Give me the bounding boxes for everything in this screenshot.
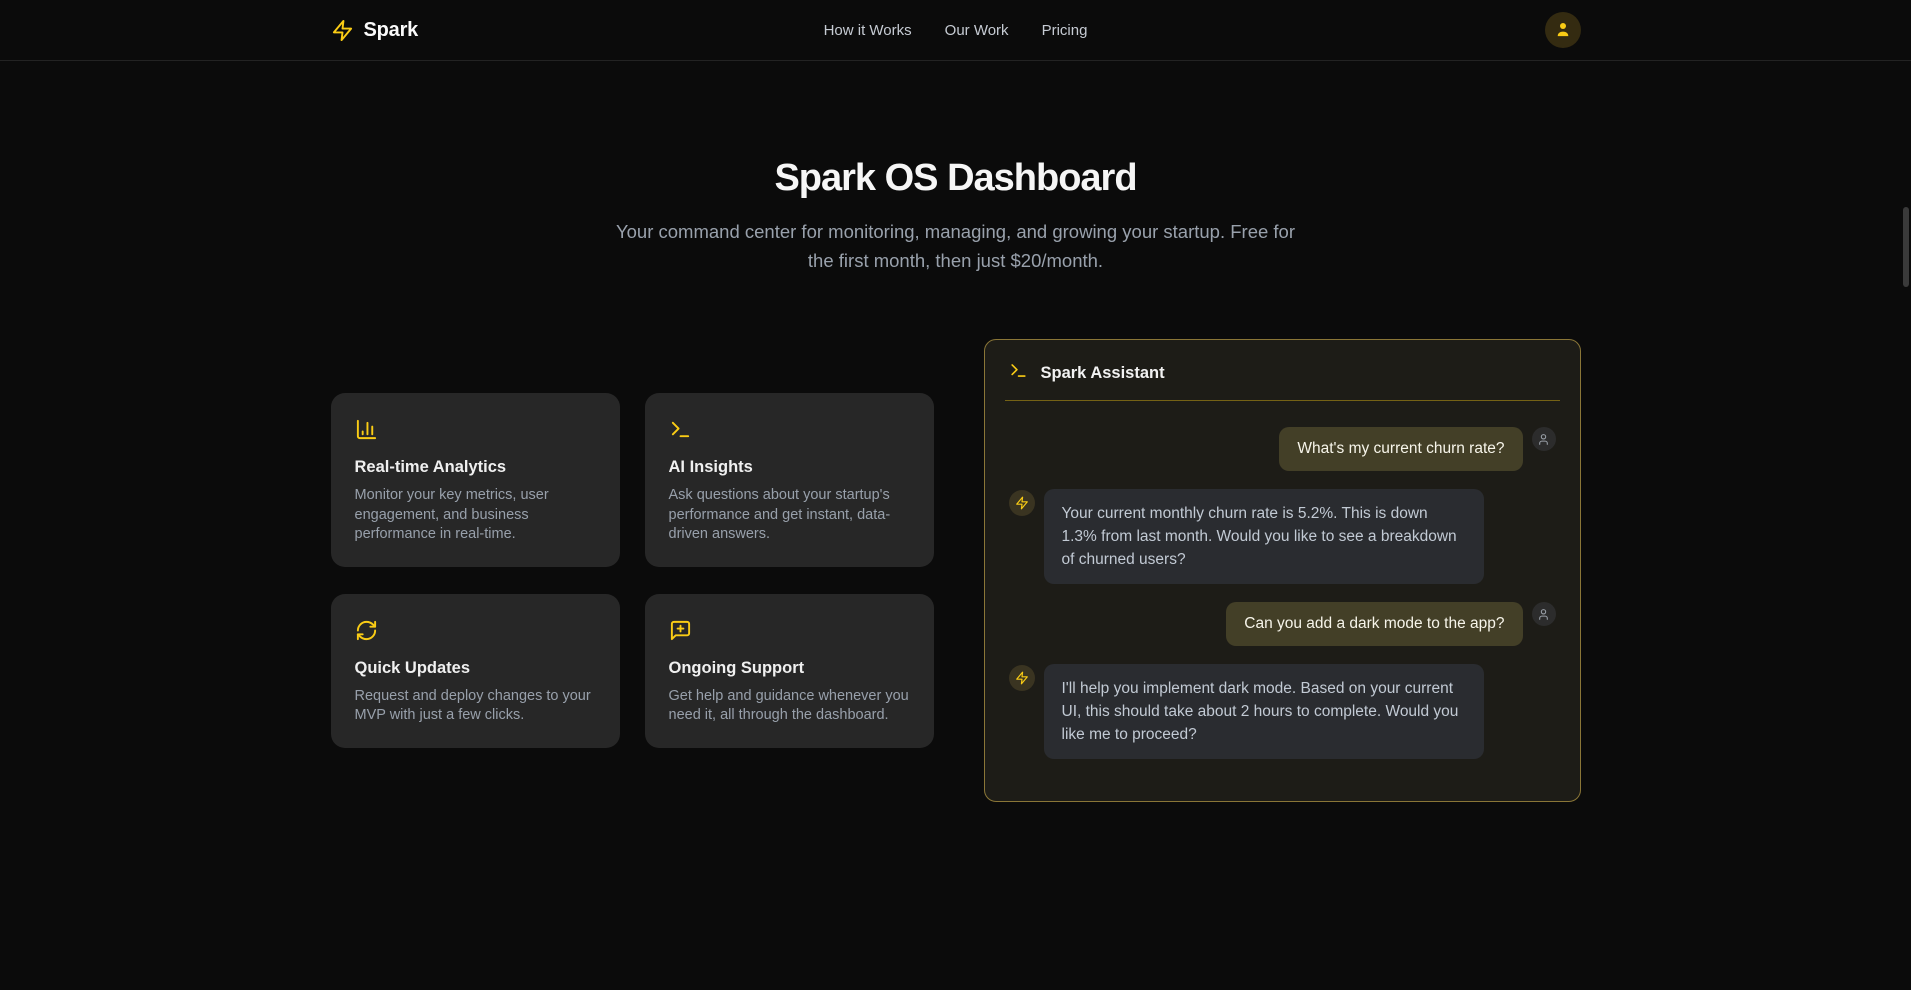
zap-icon [1015,496,1029,510]
feature-title: AI Insights [669,458,910,477]
nav-links: How it Works Our Work Pricing [824,22,1088,39]
zap-icon [1015,671,1029,685]
hero-subtitle-line2: the first month, then just $20/month. [808,250,1103,271]
feature-title: Quick Updates [355,659,596,678]
top-nav: Spark How it Works Our Work Pricing [0,0,1911,61]
page-title: Spark OS Dashboard [0,157,1911,200]
chat-message-user: What's my current churn rate? [1009,427,1556,471]
assistant-message-avatar [1009,490,1035,516]
main-content: Real-time Analytics Monitor your key met… [331,339,1581,802]
assistant-message-avatar [1009,665,1035,691]
scrollbar-thumb[interactable] [1903,207,1909,287]
feature-description: Request and deploy changes to your MVP w… [355,687,596,726]
nav-inner: Spark How it Works Our Work Pricing [331,0,1581,60]
chat-title: Spark Assistant [1041,364,1165,383]
user-icon [1554,20,1572,41]
chat-messages: What's my current churn rate? Your curre… [985,401,1580,785]
user-message-bubble: What's my current churn rate? [1279,427,1522,471]
user-icon [1537,433,1550,446]
assistant-message-bubble: I'll help you implement dark mode. Based… [1044,664,1484,759]
nav-link-pricing[interactable]: Pricing [1042,22,1088,39]
feature-title: Ongoing Support [669,659,910,678]
feature-card: Real-time Analytics Monitor your key met… [331,393,620,567]
profile-avatar-button[interactable] [1545,12,1581,48]
nav-link-how-it-works[interactable]: How it Works [824,22,912,39]
feature-card: Ongoing Support Get help and guidance wh… [645,594,934,748]
terminal-icon [669,418,910,441]
features-grid: Real-time Analytics Monitor your key met… [331,393,934,748]
feature-card: AI Insights Ask questions about your sta… [645,393,934,567]
user-message-avatar [1532,427,1556,451]
feature-description: Monitor your key metrics, user engagemen… [355,486,596,545]
chart-column-icon [355,418,596,441]
zap-icon [331,19,354,42]
brand-logo[interactable]: Spark [331,19,824,42]
brand-name: Spark [364,19,419,42]
user-icon [1537,608,1550,621]
chat-message-user: Can you add a dark mode to the app? [1009,602,1556,646]
feature-description: Get help and guidance whenever you need … [669,687,910,726]
assistant-message-bubble: Your current monthly churn rate is 5.2%.… [1044,489,1484,584]
chat-message-assistant: I'll help you implement dark mode. Based… [1009,664,1556,759]
hero-subtitle-line1: Your command center for monitoring, mana… [616,221,1295,242]
user-message-avatar [1532,602,1556,626]
terminal-icon [1009,361,1028,385]
nav-right [1087,12,1580,48]
feature-card: Quick Updates Request and deploy changes… [331,594,620,748]
feature-description: Ask questions about your startup's perfo… [669,486,910,545]
hero-section: Spark OS Dashboard Your command center f… [0,61,1911,275]
refresh-icon [355,619,596,642]
nav-link-our-work[interactable]: Our Work [945,22,1009,39]
spark-assistant-panel: Spark Assistant What's my current churn … [984,339,1581,802]
user-message-bubble: Can you add a dark mode to the app? [1226,602,1522,646]
page: { "nav": { "brand": "Spark", "links": [ … [0,0,1911,990]
message-plus-icon [669,619,910,642]
feature-title: Real-time Analytics [355,458,596,477]
chat-message-assistant: Your current monthly churn rate is 5.2%.… [1009,489,1556,584]
hero-subtitle: Your command center for monitoring, mana… [0,217,1911,275]
chat-header: Spark Assistant [1005,340,1560,401]
